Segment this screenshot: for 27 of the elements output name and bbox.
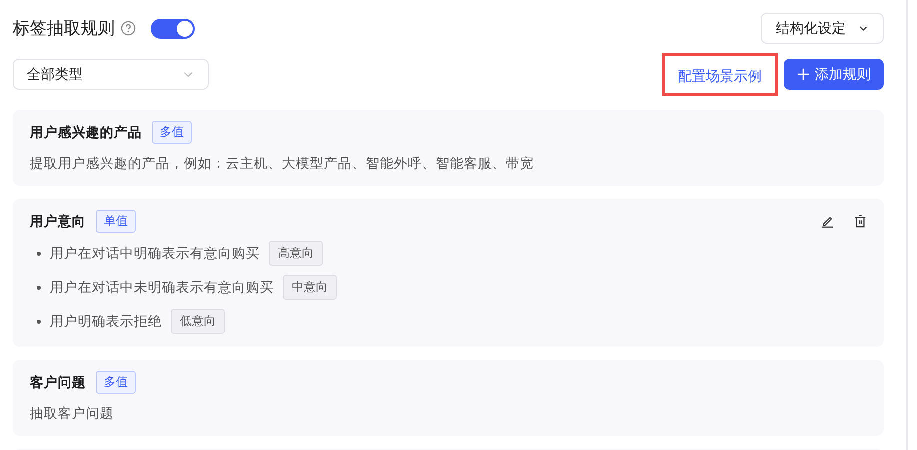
rule-name: 用户感兴趣的产品	[30, 124, 142, 142]
page-title: 标签抽取规则	[13, 18, 115, 40]
rule-description: 提取用户感兴趣的产品，例如：云主机、大模型产品、智能外呼、智能客服、带宽	[30, 155, 535, 173]
rule-name: 客户问题	[30, 374, 86, 392]
type-filter-select[interactable]: 全部类型	[13, 59, 209, 90]
help-icon[interactable]	[121, 21, 136, 36]
rule-description: 抽取客户问题	[30, 405, 115, 423]
value-type-tag: 多值	[152, 121, 192, 144]
mode-select[interactable]: 结构化设定	[761, 13, 884, 44]
add-rule-button[interactable]: 添加规则	[784, 59, 884, 90]
rule-name: 用户意向	[30, 212, 86, 230]
rule-item-text: 用户明确表示拒绝	[50, 312, 162, 330]
intent-level-tag: 高意向	[269, 241, 323, 266]
bullet-icon	[37, 320, 41, 324]
toggle-switch[interactable]	[151, 18, 195, 38]
bullet-icon	[37, 286, 41, 290]
intent-level-tag: 中意向	[283, 275, 337, 300]
rule-item-text: 用户在对话中未明确表示有意向购买	[50, 278, 274, 296]
edit-icon[interactable]	[821, 215, 834, 228]
value-type-tag: 单值	[96, 210, 136, 233]
plus-icon	[797, 68, 810, 81]
rule-item-text: 用户在对话中明确表示有意向购买	[50, 244, 260, 262]
bullet-icon	[37, 252, 41, 256]
delete-icon[interactable]	[854, 215, 867, 228]
value-type-tag: 多值	[96, 371, 136, 394]
intent-level-tag: 低意向	[171, 309, 225, 334]
example-link[interactable]: 配置场景示例	[662, 53, 778, 96]
